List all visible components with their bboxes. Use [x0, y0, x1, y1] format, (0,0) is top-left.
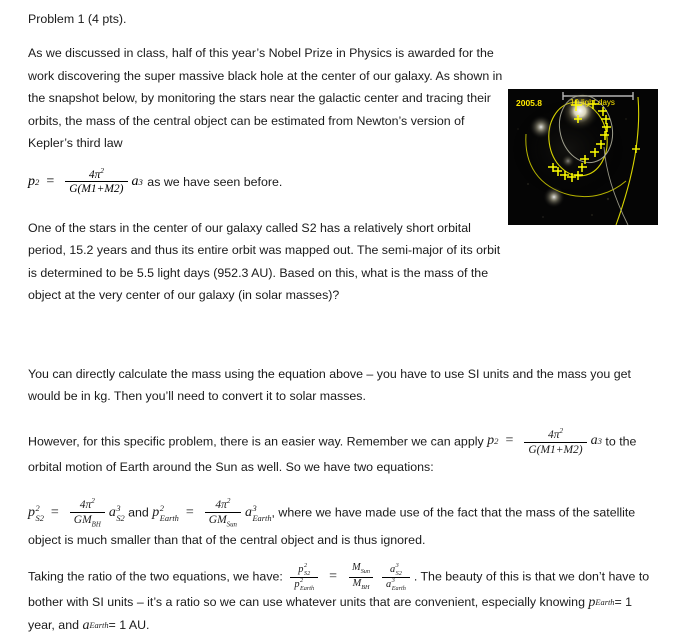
fraction-numerator: a 3 S2 — [389, 562, 402, 577]
a-exponent: 3 — [138, 176, 143, 187]
a-symbol: a — [131, 173, 139, 189]
paragraph-direct-calculation: You can directly calculate the mass usin… — [28, 366, 631, 404]
fraction-denominator: G(M1+M2) — [524, 441, 587, 456]
fraction-4pi2-over-gmsun: 4π2 GMSun — [204, 497, 241, 529]
equals-sign: = — [46, 173, 55, 189]
p-exponent: 2 — [35, 176, 40, 187]
fraction-numerator: 4π2 — [79, 497, 95, 511]
paragraph-intro: As we discussed in class, half of this y… — [28, 46, 503, 150]
document-page: Problem 1 (4 pts). As we discussed in cl… — [0, 0, 688, 633]
fraction-4pi2-over-gmbh: 4π2 GMBH — [69, 497, 105, 529]
fraction-denominator: a 3 Earth — [382, 576, 410, 591]
a-symbol: a — [244, 505, 252, 521]
p-symbol: p — [487, 433, 495, 449]
pi-exponent: 2 — [226, 497, 231, 506]
a-symbol: a — [590, 433, 598, 449]
a-exponent: 3 — [597, 436, 602, 447]
equals-sign: = — [329, 568, 338, 584]
fraction-4pi2-over-gm: 4π2 G(M1+M2) — [65, 166, 128, 196]
star-left — [529, 115, 553, 139]
fraction-4pi2-over-gm: 4π2 G(M1+M2) — [524, 426, 587, 456]
page-title: Problem 1 (4 pts). — [28, 12, 127, 26]
a-symbol: a — [108, 505, 116, 521]
p-symbol: p — [28, 173, 35, 189]
galactic-center-svg: 2005.8 10 light days — [508, 89, 658, 225]
paragraph-easier-way-lead: However, for this specific problem, ther… — [28, 433, 484, 448]
paragraph-ratio-end: = 1 AU. — [108, 618, 150, 633]
pi-exponent: 2 — [91, 497, 95, 506]
equals-sign: = — [185, 505, 194, 521]
subscript-bh: BH — [91, 521, 101, 529]
a-earth-symbol: a Earth — [82, 617, 109, 633]
equals-sign: = — [50, 505, 59, 521]
star-bottom — [543, 186, 565, 208]
equation-s2: p 2 S2 = 4π2 GMBH a 3 S2 — [28, 497, 125, 529]
paragraph-easier-way: However, for this specific problem, ther… — [28, 426, 660, 478]
paragraph-ratio-lead: Taking the ratio of the two equations, w… — [28, 569, 283, 584]
a-earth-supsub: 3 Earth — [252, 503, 272, 524]
star-faint — [561, 154, 575, 168]
fraction-msun-over-mbh: MSun MBH — [348, 562, 374, 592]
fraction-numerator: MSun — [352, 562, 370, 576]
fraction-denominator: GMBH — [69, 512, 105, 529]
p-earth-supsub: 2 Earth — [159, 503, 179, 524]
p-s2-supsub: 2 S2 — [35, 503, 44, 524]
p-earth-symbol: p Earth — [588, 594, 615, 610]
galactic-center-figure: 2005.8 10 light days — [508, 89, 658, 225]
p-symbol: p — [152, 505, 160, 521]
equation-ratio: p 2 S2 p 2 Earth = MSun MBH a 3 S2 a 3 Earth — [286, 562, 414, 592]
subscript-sun: Sun — [226, 521, 237, 529]
figure-epoch-label: 2005.8 — [516, 98, 542, 108]
star-bright — [560, 91, 600, 131]
equation-1-trailing-text: as we have seen before. — [147, 174, 283, 189]
fraction-denominator: p 2 Earth — [290, 576, 319, 591]
equation-earth: p 2 Earth = 4π2 GMSun a 3 Earth — [152, 497, 272, 529]
fraction-numerator: 4π2 — [547, 426, 564, 441]
pi-exponent: 2 — [559, 426, 564, 435]
fraction-denominator: G(M1+M2) — [65, 181, 128, 195]
equation-1-math: p2 = 4π2 G(M1+M2) a3 — [28, 167, 143, 197]
paragraph-ratio: Taking the ratio of the two equations, w… — [28, 562, 660, 637]
a-s2-supsub: 3 S2 — [116, 503, 125, 524]
equals-sign: = — [505, 433, 514, 449]
equations-connector: and — [128, 505, 149, 520]
fraction-numerator: 4π2 — [215, 497, 231, 511]
fraction-numerator: p 2 S2 — [298, 562, 311, 577]
fraction-a3s2-over-a3earth: a 3 S2 a 3 Earth — [382, 562, 410, 591]
paragraph-s2-star: One of the stars in the center of our ga… — [28, 220, 501, 303]
fraction-denominator: GMSun — [204, 512, 241, 529]
fraction-numerator: 4π2 — [88, 166, 104, 181]
fraction-denominator: MBH — [348, 576, 374, 592]
p-exponent: 2 — [494, 436, 499, 447]
p-symbol: p — [28, 505, 35, 521]
fraction-p2s2-over-p2earth: p 2 S2 p 2 Earth — [290, 562, 319, 591]
paragraph-two-equations: p 2 S2 = 4π2 GMBH a 3 S2 and p 2 Earth = 4π2 G… — [28, 497, 660, 551]
figure-scale-label: 10 light days — [570, 98, 615, 107]
pi-exponent: 2 — [100, 166, 104, 175]
equation-2-math: p2 = 4π2 G(M1+M2) a3 — [487, 426, 602, 456]
